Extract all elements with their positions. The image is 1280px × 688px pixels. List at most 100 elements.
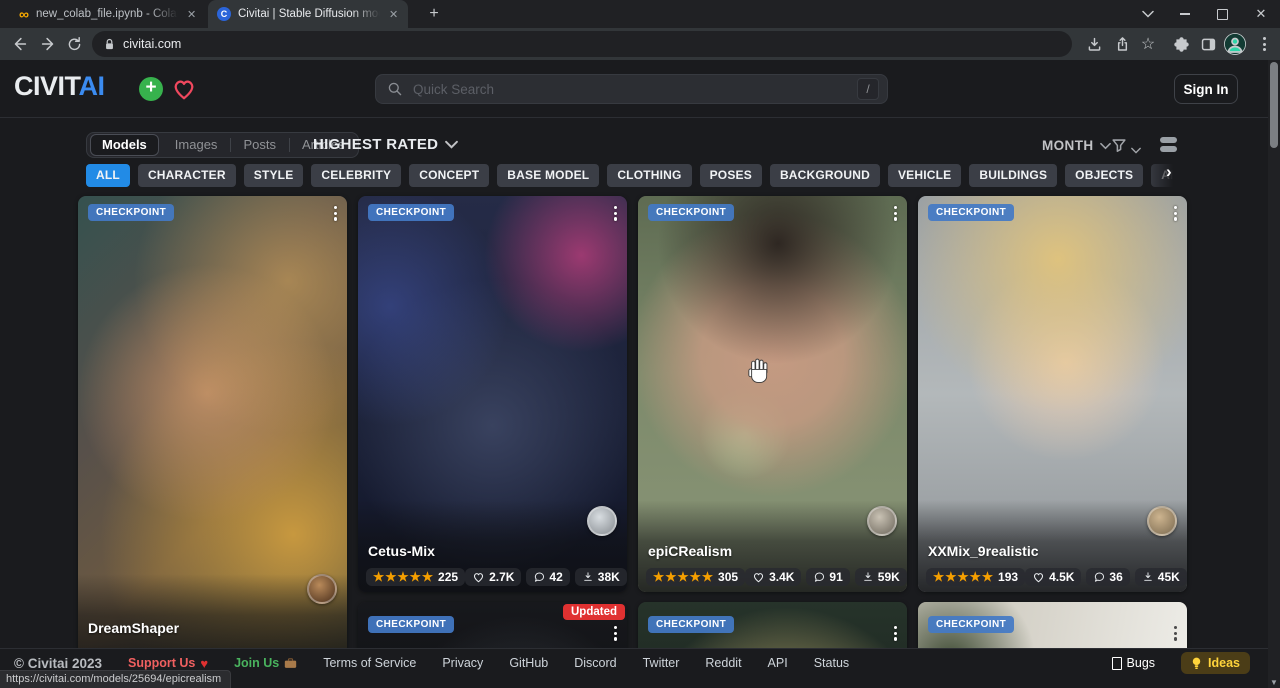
sign-in-button[interactable]: Sign In [1174,74,1238,104]
tab-posts[interactable]: Posts [230,135,289,155]
window-chevron-icon[interactable] [1131,0,1165,28]
filter-chevron-icon[interactable] [1131,141,1141,159]
model-card-cetus-mix[interactable]: CHECKPOINT Cetus-Mix ★★★★★225 2.7K 42 38… [358,196,627,592]
tab-title: new_colab_file.ipynb - Colaborat [36,8,178,20]
download-icon[interactable] [1082,32,1106,56]
comments-pill: 36 [1086,568,1129,586]
support-us-link[interactable]: Support Us♥ [128,656,208,671]
chip-concept[interactable]: CONCEPT [409,164,489,187]
tab-civitai[interactable]: C Civitai | Stable Diffusion models, ✕ [208,0,408,28]
card-menu-icon[interactable] [892,204,899,223]
status-link[interactable]: Status [814,656,849,670]
card-menu-icon[interactable] [1172,204,1179,223]
rating-pill: ★★★★★305 [646,568,745,586]
creator-avatar[interactable] [1147,506,1177,536]
chip-character[interactable]: CHARACTER [138,164,236,187]
category-chip-row: ALL CHARACTER STYLE CELEBRITY CONCEPT BA… [86,164,1182,187]
chip-clothing[interactable]: CLOTHING [607,164,691,187]
scrollbar-thumb[interactable] [1270,62,1278,148]
privacy-link[interactable]: Privacy [442,656,483,670]
terms-link[interactable]: Terms of Service [323,656,416,670]
profile-avatar[interactable] [1224,33,1246,55]
address-bar[interactable]: civitai.com [92,31,1072,57]
heart-icon: ♥ [200,656,208,671]
creator-avatar[interactable] [587,506,617,536]
model-card-epicrealism[interactable]: CHECKPOINT epiCRealism ★★★★★305 3.4K 91 … [638,196,907,592]
chips-scroll-right-icon[interactable]: › [1166,162,1172,182]
creator-avatar[interactable] [307,574,337,604]
bugs-link[interactable]: Bugs [1112,656,1156,670]
ideas-button[interactable]: Ideas [1181,652,1250,674]
tab-models[interactable]: Models [90,134,159,156]
chip-poses[interactable]: POSES [700,164,762,187]
sort-dropdown[interactable]: HIGHEST RATED [313,136,458,153]
tab-close-icon[interactable]: ✕ [389,8,398,21]
model-title: XXMix_9realistic [928,543,1039,559]
card-menu-icon[interactable] [892,624,899,643]
tab-colab[interactable]: ∞ new_colab_file.ipynb - Colaborat ✕ [10,0,206,28]
browser-menu-icon[interactable] [1252,32,1276,56]
scrollbar-down-arrow[interactable]: ▼ [1268,678,1280,687]
side-panel-icon[interactable] [1196,32,1220,56]
card-menu-icon[interactable] [332,204,339,223]
chip-style[interactable]: STYLE [244,164,304,187]
rating-pill: ★★★★★193 [926,568,1025,586]
chip-all[interactable]: ALL [86,164,130,187]
downloads-count: 38K [598,570,620,584]
api-link[interactable]: API [768,656,788,670]
reload-button[interactable] [62,32,86,56]
browser-tab-strip: ∞ new_colab_file.ipynb - Colaborat ✕ C C… [0,0,1280,28]
favorites-heart-icon[interactable] [171,76,197,106]
github-link[interactable]: GitHub [509,656,548,670]
chip-base-model[interactable]: BASE MODEL [497,164,599,187]
card-layout-toggle-icon[interactable] [1160,137,1177,152]
window-close-button[interactable]: ✕ [1244,0,1278,28]
chip-background[interactable]: BACKGROUND [770,164,880,187]
share-icon[interactable] [1110,32,1134,56]
rating-count: 193 [998,570,1018,584]
extensions-puzzle-icon[interactable] [1169,32,1193,56]
tab-images[interactable]: Images [162,135,231,155]
heart-icon [472,571,485,583]
downloads-count: 45K [1158,570,1180,584]
comment-icon [533,571,545,583]
likes-pill: 4.5K [1025,568,1081,586]
model-title: Cetus-Mix [368,543,435,559]
downloads-pill: 45K [1135,568,1187,586]
chip-objects[interactable]: OBJECTS [1065,164,1143,187]
lightbulb-icon [1191,657,1202,670]
back-button[interactable] [8,32,32,56]
creator-avatar[interactable] [867,506,897,536]
chip-celebrity[interactable]: CELEBRITY [311,164,401,187]
chip-vehicle[interactable]: VEHICLE [888,164,961,187]
twitter-link[interactable]: Twitter [643,656,680,670]
quick-search-box[interactable]: / [375,74,888,104]
briefcase-icon [284,657,297,669]
page-scrollbar[interactable]: ▼ [1268,60,1280,688]
civitai-browser-window: ∞ new_colab_file.ipynb - Colaborat ✕ C C… [0,0,1280,688]
new-tab-button[interactable]: + [424,4,444,24]
window-minimize-button[interactable] [1168,0,1202,28]
model-card-dreamshaper[interactable]: CHECKPOINT DreamShaper [78,196,347,666]
card-menu-icon[interactable] [612,204,619,223]
create-plus-button[interactable]: + [139,77,163,101]
bookmark-star-icon[interactable]: ☆ [1136,32,1160,56]
model-card-xxmix-9realistic[interactable]: CHECKPOINT XXMix_9realistic ★★★★★193 4.5… [918,196,1187,592]
search-input[interactable] [411,81,849,98]
checkpoint-badge: CHECKPOINT [648,616,734,633]
window-maximize-button[interactable] [1205,0,1239,28]
tab-close-icon[interactable]: ✕ [187,8,196,21]
bug-icon [1112,657,1122,670]
civitai-logo[interactable]: CIVITAI [14,73,105,100]
card-menu-icon[interactable] [612,624,619,643]
filter-funnel-icon[interactable] [1110,136,1128,159]
rating-pill: ★★★★★225 [366,568,465,586]
discord-link[interactable]: Discord [574,656,616,670]
downloads-count: 59K [878,570,900,584]
card-menu-icon[interactable] [1172,624,1179,643]
period-dropdown[interactable]: MONTH [1042,138,1111,153]
chip-buildings[interactable]: BUILDINGS [969,164,1057,187]
reddit-link[interactable]: Reddit [705,656,741,670]
join-us-link[interactable]: Join Us [234,656,297,670]
forward-button[interactable] [36,32,60,56]
